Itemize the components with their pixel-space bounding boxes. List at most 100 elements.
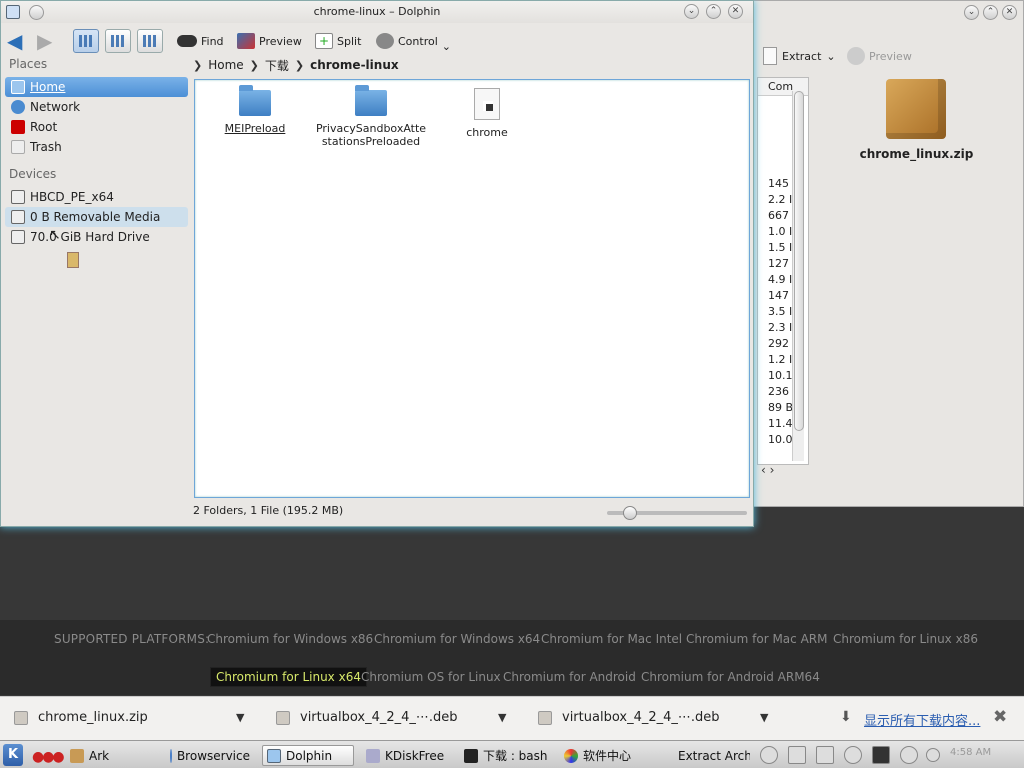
archive-size-cell[interactable]: 145 [768,177,789,190]
forward-button[interactable]: ▶ [37,29,52,53]
extract-button[interactable]: Extract ⌄ [763,47,836,65]
maximize-icon[interactable]: ⌃ [983,5,998,20]
columns-view-button[interactable] [137,29,163,53]
download-item[interactable]: virtualbox_4_2_4_⋯.deb [538,710,720,725]
scroll-thumb[interactable] [794,91,804,431]
supported-platforms: SUPPORTED PLATFORMS: Chromium for Window… [0,620,1024,695]
show-all-downloads-link[interactable]: 显示所有下载内容... [864,710,980,729]
breadcrumb-home[interactable]: Home [208,58,243,72]
scroll-arrows[interactable]: ‹ › [761,463,774,477]
platform-link-active[interactable]: Chromium for Linux x64 [210,667,367,687]
split-label: Split [337,34,362,48]
archive-size-cell[interactable]: 1.2 I [768,353,792,366]
platform-link[interactable]: Chromium OS for Linux [361,670,501,684]
chevron-down-icon[interactable]: ▼ [236,711,244,724]
keyboard-icon[interactable] [788,746,806,764]
device-item-removable[interactable]: 0 B Removable Media [5,207,188,227]
hard-drive-icon [11,230,25,244]
minimize-icon[interactable]: ⌄ [964,5,979,20]
places-item-root[interactable]: Root [5,117,188,137]
file-item-chrome[interactable]: chrome [427,80,547,139]
breadcrumb-downloads[interactable]: 下载 [265,57,289,74]
binoculars-icon [177,35,197,47]
gear-icon [376,33,394,49]
archive-size-cell[interactable]: 3.5 I [768,305,792,318]
file-name-line2: stationsPreloaded [321,135,421,148]
platform-link[interactable]: Chromium for Mac ARM [686,632,827,646]
archive-size-cell[interactable]: 127 [768,257,789,270]
task-browservice[interactable]: Browservice [166,745,254,766]
trash-icon [11,140,25,154]
archive-size-cell[interactable]: 1.5 I [768,241,792,254]
archive-size-cell[interactable]: 147 [768,289,789,302]
platform-link[interactable]: Chromium for Mac Intel [541,632,682,646]
ark-preview-button[interactable]: Preview [847,47,912,65]
places-item-network[interactable]: Network [5,97,188,117]
device-item-hbcd[interactable]: HBCD_PE_x64 [5,187,188,207]
control-button[interactable]: Control ⌄ [376,29,451,53]
vertical-scrollbar[interactable] [792,91,804,461]
preview-button[interactable]: Preview [237,29,302,53]
activity-dots-icon[interactable]: ●●● [32,749,65,765]
archive-size-cell[interactable]: 11.4 [768,417,793,430]
archive-size-cell[interactable]: 10.1 [768,369,793,382]
window-title: chrome-linux – Dolphin [313,5,441,18]
archive-size-cell[interactable]: 89 B [768,401,793,414]
places-item-trash[interactable]: Trash [5,137,188,157]
chevron-down-icon[interactable]: ▼ [760,711,768,724]
dolphin-window: chrome-linux – Dolphin ⌄ ⌃ ✕ ◀ ▶ Find Pr… [0,0,754,527]
kde-menu-icon[interactable]: K [3,744,23,766]
network-icon[interactable] [900,746,918,764]
file-view[interactable]: MEIPreload PrivacySandboxAtte stationsPr… [194,79,750,498]
info-icon[interactable] [760,746,778,764]
places-item-home[interactable]: Home [5,77,188,97]
breadcrumb-root-arrow-icon[interactable]: ❯ [193,59,202,72]
clipboard-icon[interactable] [816,746,834,764]
zoom-slider[interactable] [607,506,747,520]
clock[interactable]: 4:58 AM [950,747,991,758]
minimize-icon[interactable]: ⌄ [684,4,699,19]
details-view-button[interactable] [105,29,131,53]
task-extract[interactable]: Extract Arch [674,745,750,766]
device-item-hard-drive[interactable]: 70.0 GiB Hard Drive [5,227,188,247]
volume-icon[interactable] [844,746,862,764]
platform-link[interactable]: Chromium for Windows x64 [374,632,540,646]
download-item[interactable]: chrome_linux.zip [14,710,148,725]
download-item[interactable]: virtualbox_4_2_4_⋯.deb [276,710,458,725]
platform-link[interactable]: Chromium for Windows x86 [207,632,373,646]
archive-size-cell[interactable]: 1.0 I [768,225,792,238]
archive-size-cell[interactable]: 292 [768,337,789,350]
printer-icon[interactable] [872,746,890,764]
task-ark[interactable]: Ark [66,745,113,766]
archive-size-cell[interactable]: 2.3 I [768,321,792,334]
split-button[interactable]: + Split [315,29,361,53]
task-software-center[interactable]: 软件中心 [560,745,635,766]
file-item-privacysandbox[interactable]: PrivacySandboxAtte stationsPreloaded [311,80,431,148]
platform-link[interactable]: Chromium for Android ARM64 [641,670,820,684]
platform-link[interactable]: Chromium for Linux x86 [833,632,978,646]
close-icon[interactable]: ✕ [728,4,743,19]
tray-arrow-icon[interactable] [926,748,940,762]
archive-size-cell[interactable]: 2.2 I [768,193,792,206]
breadcrumb-current[interactable]: chrome-linux [310,58,399,72]
zoom-slider-handle[interactable] [623,506,637,520]
task-kdiskfree[interactable]: KDiskFree [362,745,448,766]
close-icon[interactable]: ✖ [993,707,1007,727]
archive-size-cell[interactable]: 667 [768,209,789,222]
taskbar: K ●●● Ark Browservice Dolphin KDiskFree … [0,740,1024,768]
task-bash[interactable]: 下载 : bash [460,745,552,766]
archive-size-cell[interactable]: 10.0 [768,433,793,446]
platform-link[interactable]: Chromium for Android [503,670,636,684]
chevron-down-icon[interactable]: ▼ [498,711,506,724]
find-button[interactable]: Find [177,29,224,53]
icons-view-button[interactable] [73,29,99,53]
file-item-meipreload[interactable]: MEIPreload [195,80,315,135]
task-dolphin[interactable]: Dolphin [262,745,354,766]
archive-size-cell[interactable]: 4.9 I [768,273,792,286]
back-button[interactable]: ◀ [7,29,22,53]
title-bar[interactable]: chrome-linux – Dolphin ⌄ ⌃ ✕ [1,1,753,23]
close-icon[interactable]: ✕ [1002,5,1017,20]
maximize-icon[interactable]: ⌃ [706,4,721,19]
ark-window: ⌄ ⌃ ✕ Extract ⌄ Preview Com 145 2.2 I 667 1… [748,0,1024,507]
archive-size-cell[interactable]: 236 [768,385,789,398]
